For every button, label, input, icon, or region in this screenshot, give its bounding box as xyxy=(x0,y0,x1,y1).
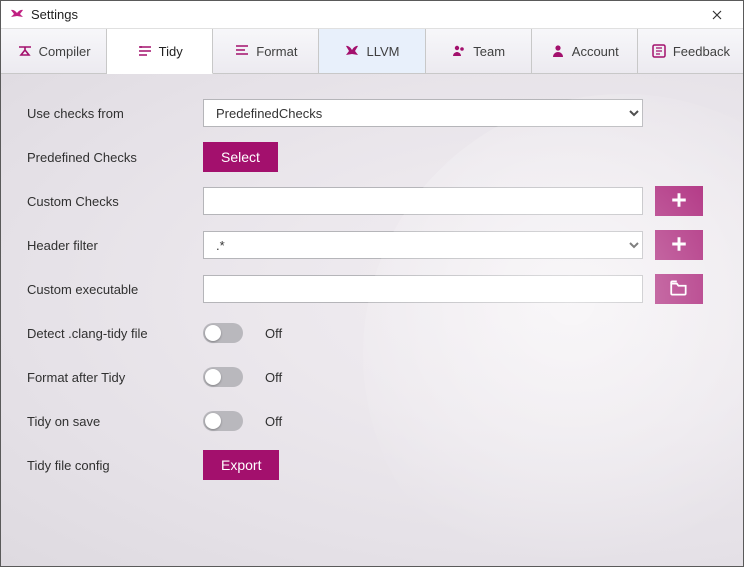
tidy-file-config-label: Tidy file config xyxy=(27,458,203,473)
tab-label: Format xyxy=(256,44,297,59)
custom-checks-input[interactable] xyxy=(203,187,643,215)
tab-label: Tidy xyxy=(159,44,183,59)
tab-label: Compiler xyxy=(39,44,91,59)
select-button[interactable]: Select xyxy=(203,142,278,172)
add-custom-check-button[interactable] xyxy=(655,186,703,216)
tidy-icon xyxy=(137,43,153,59)
format-after-tidy-toggle[interactable] xyxy=(203,367,243,387)
tab-label: Feedback xyxy=(673,44,730,59)
plus-icon xyxy=(670,235,688,256)
add-header-filter-button[interactable] xyxy=(655,230,703,260)
format-icon xyxy=(234,43,250,59)
app-icon xyxy=(9,7,25,23)
use-checks-from-select[interactable]: PredefinedChecks xyxy=(203,99,643,127)
team-icon xyxy=(451,43,467,59)
tab-format[interactable]: Format xyxy=(213,29,319,73)
custom-executable-label: Custom executable xyxy=(27,282,203,297)
tab-feedback[interactable]: Feedback xyxy=(638,29,743,73)
compiler-icon xyxy=(17,43,33,59)
custom-executable-input[interactable] xyxy=(203,275,643,303)
tidy-settings-panel: Use checks from PredefinedChecks Predefi… xyxy=(1,74,743,566)
use-checks-from-label: Use checks from xyxy=(27,106,203,121)
predefined-checks-label: Predefined Checks xyxy=(27,150,203,165)
tab-team[interactable]: Team xyxy=(426,29,532,73)
plus-icon xyxy=(670,191,688,212)
tab-label: LLVM xyxy=(366,44,399,59)
tab-label: Account xyxy=(572,44,619,59)
llvm-icon xyxy=(344,43,360,59)
header-filter-label: Header filter xyxy=(27,238,203,253)
tabs: Compiler Tidy Format LLVM Team xyxy=(1,29,743,74)
format-after-tidy-label: Format after Tidy xyxy=(27,370,203,385)
tidy-on-save-label: Tidy on save xyxy=(27,414,203,429)
close-button[interactable] xyxy=(695,1,739,28)
detect-clang-tidy-toggle[interactable] xyxy=(203,323,243,343)
custom-checks-label: Custom Checks xyxy=(27,194,203,209)
tab-tidy[interactable]: Tidy xyxy=(107,29,213,74)
toggle-state-text: Off xyxy=(265,326,282,341)
feedback-icon xyxy=(651,43,667,59)
titlebar: Settings xyxy=(1,1,743,29)
toggle-state-text: Off xyxy=(265,414,282,429)
tidy-on-save-toggle[interactable] xyxy=(203,411,243,431)
browse-executable-button[interactable] xyxy=(655,274,703,304)
tab-label: Team xyxy=(473,44,505,59)
toggle-state-text: Off xyxy=(265,370,282,385)
detect-clang-tidy-label: Detect .clang-tidy file xyxy=(27,326,203,341)
tab-account[interactable]: Account xyxy=(532,29,638,73)
header-filter-select[interactable]: .* xyxy=(203,231,643,259)
export-button[interactable]: Export xyxy=(203,450,279,480)
folder-open-icon xyxy=(669,279,689,300)
account-icon xyxy=(550,43,566,59)
settings-window: Settings Compiler Tidy Format xyxy=(0,0,744,567)
tab-compiler[interactable]: Compiler xyxy=(1,29,107,73)
window-title: Settings xyxy=(31,7,78,22)
tab-llvm[interactable]: LLVM xyxy=(319,29,425,73)
